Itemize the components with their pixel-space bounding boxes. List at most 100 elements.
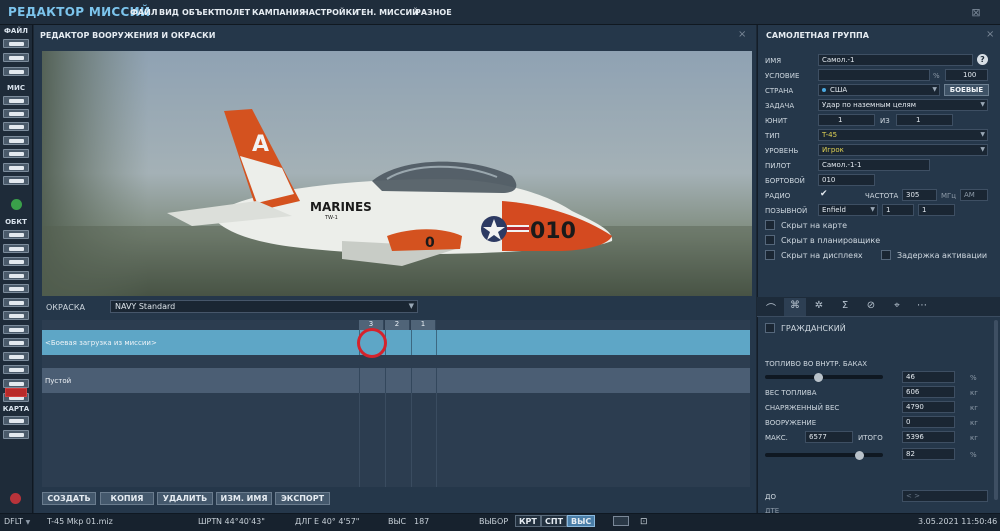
route-tab-icon[interactable]: ⌒ (762, 300, 780, 315)
radio-tab-icon[interactable]: ⌖ (888, 300, 906, 314)
country-select[interactable]: США ▼ (818, 84, 940, 96)
add-airplane-icon[interactable] (3, 230, 29, 239)
menu-misc[interactable]: РАЗНОЕ (415, 8, 452, 17)
overlay-toggle-icon[interactable] (613, 516, 629, 526)
condition-percent-stepper[interactable]: 100 (945, 69, 988, 81)
menu-flight[interactable]: ПОЛЕТ (219, 8, 250, 17)
radio-checkbox[interactable]: ✔ (820, 189, 828, 199)
skill-select[interactable]: Игрок ▼ (818, 144, 988, 156)
altitude-mode-button[interactable]: ВЫС (567, 515, 596, 527)
pilot-input[interactable]: Самол.-1-1 (818, 159, 930, 171)
empty-weight-unit: кг (970, 404, 978, 412)
map-measure-icon[interactable] (3, 416, 29, 425)
add-zone-icon[interactable] (3, 298, 29, 307)
fly-mission-icon[interactable] (11, 199, 22, 210)
fuel-weight-input[interactable]: 606 (902, 386, 955, 398)
map-ruler-icon[interactable] (3, 430, 29, 439)
menu-file[interactable]: ФАЙЛ (130, 8, 157, 17)
livery-label: ОКРАСКА (46, 303, 86, 312)
add-ship-icon[interactable] (3, 271, 29, 280)
export-button[interactable]: ЭКСПОРТ (275, 492, 330, 505)
add-target-icon[interactable] (3, 338, 29, 347)
mission-goals-icon[interactable] (3, 96, 29, 105)
hide-in-planner-checkbox[interactable] (765, 235, 775, 245)
fuel-slider-knob[interactable] (814, 373, 823, 382)
add-nav-point-icon[interactable] (3, 365, 29, 374)
menu-settings[interactable]: НАСТРОЙКИ (302, 8, 359, 17)
fullscreen-icon[interactable]: ⊡ (640, 517, 648, 527)
hide-on-displays-label: Скрыт на дисплеях (781, 251, 863, 260)
layer-select[interactable]: DFLT ▼ (4, 517, 30, 526)
new-mission-icon[interactable] (3, 39, 29, 48)
modulation-select[interactable]: AM (960, 189, 988, 201)
save-mission-icon[interactable] (3, 67, 29, 76)
frequency-input[interactable]: 305 (902, 189, 937, 201)
add-static-icon[interactable] (3, 284, 29, 293)
callsign-number-2[interactable]: 1 (918, 204, 955, 216)
do-stepper[interactable]: < > (902, 490, 988, 502)
window-close-icon[interactable]: ⊠ (968, 6, 984, 19)
chevron-down-icon: ▼ (980, 101, 985, 108)
menu-campaign[interactable]: КАМПАНИЯ (252, 8, 305, 17)
unit-total-stepper[interactable]: 1 (896, 114, 953, 126)
add-circle-icon[interactable] (3, 352, 29, 361)
callsign-select[interactable]: Enfield ▼ (818, 204, 878, 216)
livery-select[interactable]: NAVY Standard ▼ (110, 300, 418, 313)
failures-tab-icon[interactable]: ⊘ (862, 300, 880, 314)
exit-icon[interactable] (10, 493, 21, 504)
weather-icon[interactable] (3, 109, 29, 118)
type-select[interactable]: T-45 ▼ (818, 129, 988, 141)
briefing-icon[interactable] (3, 149, 29, 158)
task-select[interactable]: Удар по наземным целям ▼ (818, 99, 988, 111)
combat-button[interactable]: БОЕВЫЕ (944, 84, 989, 96)
add-route-icon[interactable] (3, 311, 29, 320)
delete-button[interactable]: УДАЛИТЬ (157, 492, 213, 505)
create-button[interactable]: СОЗДАТЬ (42, 492, 96, 505)
loadout-name: <Боевая загрузка из миссии> (45, 339, 157, 347)
civilian-checkbox[interactable] (765, 323, 775, 333)
open-mission-icon[interactable] (3, 53, 29, 62)
hide-in-planner-label: Скрыт в планировщике (781, 236, 881, 245)
late-activation-checkbox[interactable] (881, 250, 891, 260)
summary-tab-icon[interactable]: Σ (836, 300, 854, 314)
condition-input[interactable] (818, 69, 930, 81)
copy-button[interactable]: КОПИЯ (100, 492, 154, 505)
zones-icon[interactable] (3, 136, 29, 145)
menu-mission-generator[interactable]: ГЕН. МИССИЙ (356, 8, 419, 17)
add-link-icon[interactable] (3, 379, 29, 388)
callsign-number-1[interactable]: 1 (882, 204, 914, 216)
satellite-mode-button[interactable]: СПТ (541, 515, 568, 527)
select-label: ВЫБОР (479, 517, 509, 526)
hide-on-displays-checkbox[interactable] (765, 250, 775, 260)
menu-view[interactable]: ВИД (159, 8, 179, 17)
fuel-percent-unit: % (970, 374, 977, 382)
loadout-tab-icon[interactable]: ⌘ (786, 300, 804, 314)
livery-value: NAVY Standard (115, 302, 176, 311)
more-tab-icon[interactable]: ⋯ (913, 300, 931, 314)
loadout-row-mission[interactable]: <Боевая загрузка из миссии> (42, 330, 750, 355)
payload-tab-icon[interactable]: ✲ (810, 300, 828, 314)
callsign-value: Enfield (822, 206, 846, 214)
group-close-icon[interactable]: × (986, 29, 994, 40)
add-point-icon[interactable] (3, 325, 29, 334)
fuel-slider-track[interactable] (765, 375, 883, 379)
right-panel-scrollbar[interactable] (994, 320, 998, 500)
loadout-close-icon[interactable]: × (738, 29, 746, 40)
tail-number-input[interactable]: 010 (818, 174, 875, 186)
loadout-row-empty[interactable]: Пустой (42, 368, 750, 393)
add-ground-unit-icon[interactable] (3, 257, 29, 266)
name-input[interactable]: Самол.-1 (818, 54, 973, 66)
map-mode-button[interactable]: КРТ (515, 515, 541, 527)
hide-on-map-checkbox[interactable] (765, 220, 775, 230)
rename-button[interactable]: ИЗМ. ИМЯ (216, 492, 272, 505)
unit-stepper[interactable]: 1 (818, 114, 875, 126)
check-icon[interactable] (3, 163, 29, 172)
add-helicopter-icon[interactable] (3, 244, 29, 253)
fuel-percent-input[interactable]: 46 (902, 371, 955, 383)
help-icon[interactable]: ? (977, 54, 988, 65)
delete-object-icon[interactable] (5, 388, 27, 397)
triggers-icon[interactable] (3, 122, 29, 131)
aircraft-preview[interactable]: 010 A MARINES TW-1 0 (42, 51, 752, 296)
templates-icon[interactable] (3, 176, 29, 185)
menu-object[interactable]: ОБЪЕКТ (182, 8, 220, 17)
